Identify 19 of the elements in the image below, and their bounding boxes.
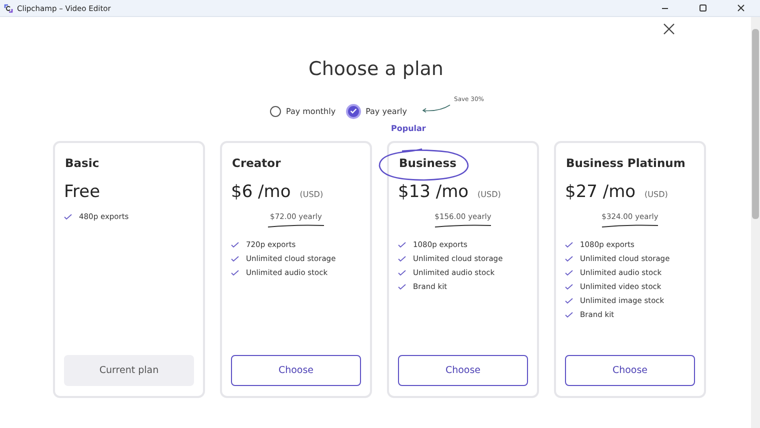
currency-label: (USD) — [644, 190, 668, 199]
plan-price: $13 /mo — [398, 182, 469, 202]
plan-price: $6 /mo — [231, 182, 291, 202]
plan-name: Business Platinum — [566, 156, 686, 170]
choose-button[interactable]: Choose — [565, 355, 695, 386]
currency-label: (USD) — [300, 190, 324, 199]
plan-price: $27 /mo — [565, 182, 636, 202]
choose-button[interactable]: Choose — [231, 355, 361, 386]
current-plan-button[interactable]: Current plan — [64, 355, 194, 386]
choose-button[interactable]: Choose — [398, 355, 528, 386]
plan-price: Free — [64, 182, 100, 202]
plan-name: Business — [399, 156, 456, 170]
currency-label: (USD) — [478, 190, 501, 199]
billing-radio[interactable]: Pay yearly — [344, 104, 410, 118]
plan-name: Basic — [65, 156, 100, 170]
page-heading: Choose a plan — [308, 58, 444, 80]
popular-label: Popular — [391, 124, 426, 133]
plan-name: Creator — [232, 156, 281, 170]
billing-radio[interactable]: Pay monthly — [268, 106, 338, 116]
